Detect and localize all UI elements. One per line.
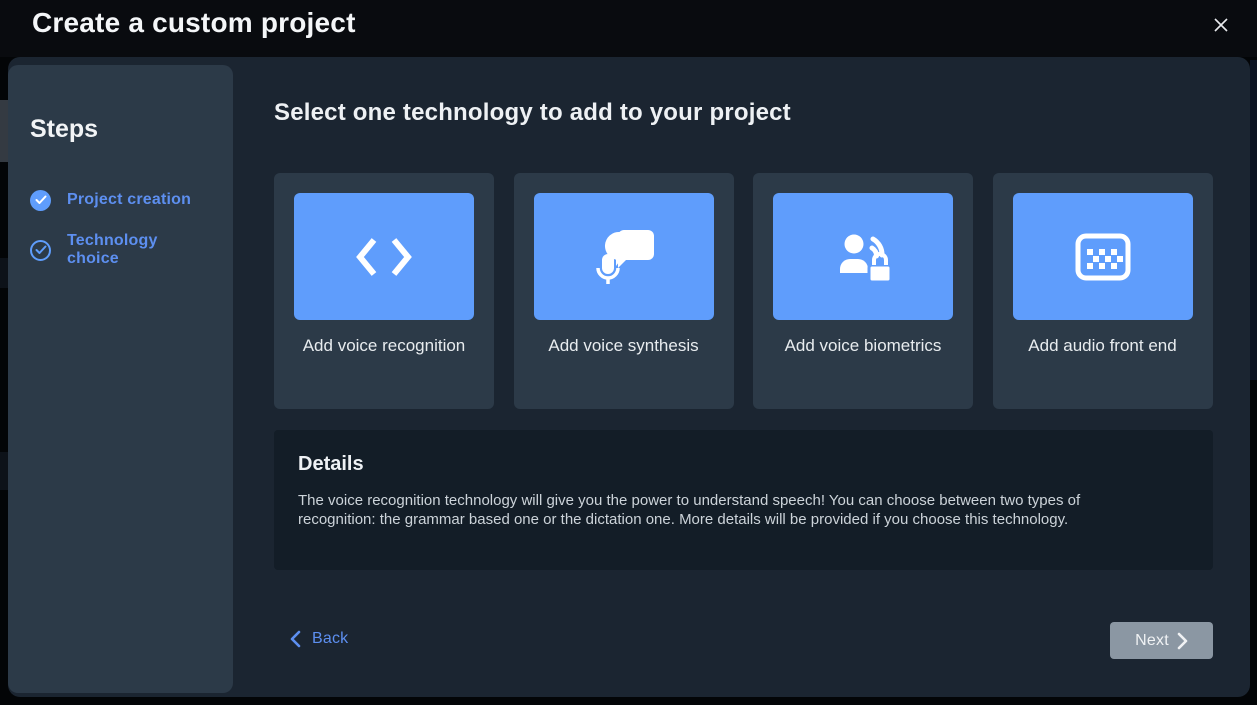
- card-add-voice-synthesis[interactable]: Add voice synthesis: [514, 173, 734, 409]
- steps-sidebar: Steps Project creation Technology choice: [8, 65, 233, 693]
- check-circle-filled-icon: [30, 190, 51, 211]
- dimmed-background-fragment: [0, 258, 8, 288]
- next-label: Next: [1135, 632, 1169, 650]
- screen: Create a custom project Steps Project cr…: [0, 0, 1257, 705]
- close-icon: [1212, 16, 1230, 34]
- step-label: Project creation: [67, 191, 191, 209]
- back-button[interactable]: Back: [290, 630, 348, 648]
- technology-cards: Add voice recognition Add voice s: [274, 173, 1213, 409]
- step-technology-choice[interactable]: Technology choice: [30, 238, 211, 262]
- main-panel: Select one technology to add to your pro…: [233, 57, 1250, 697]
- card-label: Add audio front end: [1013, 334, 1193, 357]
- card-add-audio-front-end[interactable]: Add audio front end: [993, 173, 1213, 409]
- dimmed-background-fragment: [0, 452, 8, 490]
- dialog-footer: Back Next: [274, 622, 1213, 660]
- audio-grid-icon: [1013, 193, 1193, 320]
- back-label: Back: [312, 630, 348, 648]
- dimmed-background-fragment: [0, 100, 8, 162]
- steps-heading: Steps: [30, 115, 211, 144]
- card-label: Add voice recognition: [294, 334, 474, 357]
- page-title: Select one technology to add to your pro…: [274, 99, 1250, 127]
- dialog-body: Steps Project creation Technology choice: [8, 57, 1250, 697]
- dialog-header: Create a custom project: [0, 0, 1257, 57]
- details-text: The voice recognition technology will gi…: [298, 491, 1143, 529]
- dialog-title: Create a custom project: [32, 7, 356, 39]
- card-add-voice-recognition[interactable]: Add voice recognition: [274, 173, 494, 409]
- card-label: Add voice biometrics: [773, 334, 953, 357]
- close-button[interactable]: [1209, 13, 1233, 37]
- code-icon: [294, 193, 474, 320]
- next-button[interactable]: Next: [1110, 622, 1213, 659]
- dimmed-background-fragment: [1250, 60, 1257, 380]
- card-add-voice-biometrics[interactable]: Add voice biometrics: [753, 173, 973, 409]
- chevron-left-icon: [290, 630, 301, 648]
- step-project-creation[interactable]: Project creation: [30, 188, 211, 212]
- person-voice-lock-icon: [773, 193, 953, 320]
- chevron-right-icon: [1177, 632, 1188, 650]
- step-label: Technology choice: [67, 232, 211, 268]
- mic-speech-icon: [534, 193, 714, 320]
- details-heading: Details: [298, 453, 1189, 476]
- card-label: Add voice synthesis: [534, 334, 714, 357]
- check-circle-outline-icon: [30, 240, 51, 261]
- details-panel: Details The voice recognition technology…: [274, 430, 1213, 570]
